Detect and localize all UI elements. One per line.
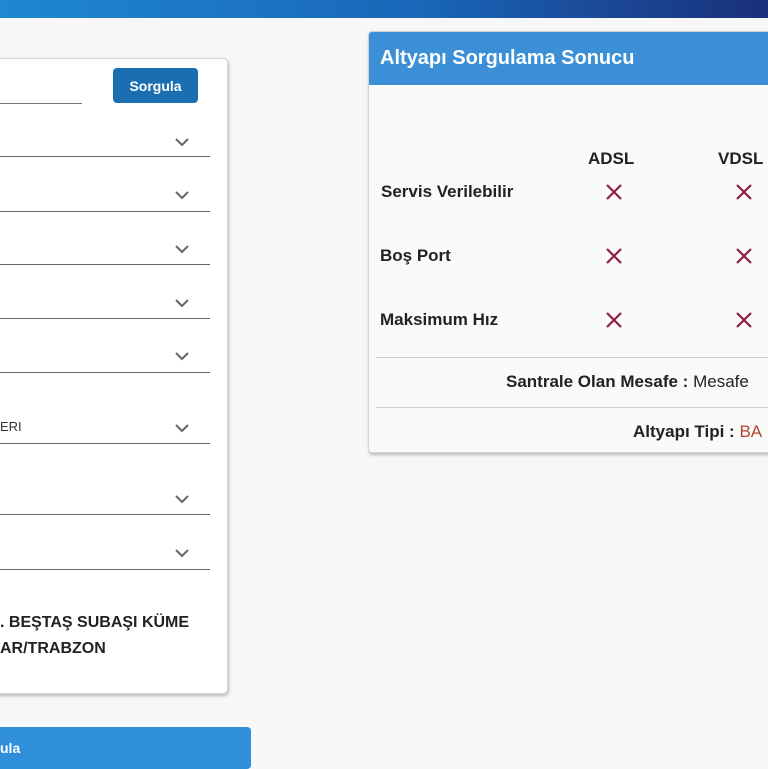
chevron-down-icon[interactable] xyxy=(174,493,190,505)
bottom-query-button[interactable]: ula xyxy=(0,727,251,769)
x-mark-icon xyxy=(606,184,622,200)
x-mark-icon xyxy=(736,184,752,200)
x-mark-icon xyxy=(606,248,622,264)
select-value: ERI xyxy=(0,419,22,434)
select-underline xyxy=(0,443,210,444)
bottom-button-label: ula xyxy=(0,740,21,756)
address-line: AR/TRABZON xyxy=(0,640,106,657)
result-card: Altyapı Sorgulama Sonucu ADSL VDSL Servi… xyxy=(368,31,768,453)
chevron-down-icon[interactable] xyxy=(174,243,190,255)
type-info: Altyapı Tipi : BA xyxy=(633,422,762,442)
select-underline xyxy=(0,264,210,265)
distance-info: Santrale Olan Mesafe : Mesafe xyxy=(506,372,749,392)
chevron-down-icon[interactable] xyxy=(174,136,190,148)
select-underline xyxy=(0,514,210,515)
address-text: . BEŞTAŞ SUBAŞI KÜME AR/TRABZON xyxy=(0,610,220,662)
x-mark-icon xyxy=(736,312,752,328)
select-underline xyxy=(0,156,210,157)
type-label: Altyapı Tipi : xyxy=(633,422,735,441)
divider xyxy=(376,357,768,358)
distance-label: Santrale Olan Mesafe : xyxy=(506,372,689,391)
select-underline xyxy=(0,211,210,212)
type-value: BA xyxy=(739,422,763,441)
address-line: . BEŞTAŞ SUBAŞI KÜME xyxy=(0,614,190,631)
sorgula-button[interactable]: Sorgula xyxy=(113,68,198,103)
chevron-down-icon[interactable] xyxy=(174,547,190,559)
distance-value: Mesafe xyxy=(693,372,749,391)
chevron-down-icon[interactable] xyxy=(174,189,190,201)
select-underline xyxy=(0,372,210,373)
select-underline xyxy=(0,569,210,570)
divider xyxy=(376,407,768,408)
search-input[interactable] xyxy=(0,103,82,104)
select-underline xyxy=(0,318,210,319)
row-label-servis: Servis Verilebilir xyxy=(381,182,514,201)
result-title: Altyapı Sorgulama Sonucu xyxy=(369,32,768,85)
chevron-down-icon[interactable] xyxy=(174,422,190,434)
row-label-bos-port: Boş Port xyxy=(380,246,451,265)
column-header-adsl: ADSL xyxy=(588,149,635,168)
query-form-card xyxy=(0,58,228,694)
row-label-maks-hiz: Maksimum Hız xyxy=(380,310,499,329)
x-mark-icon xyxy=(606,312,622,328)
x-mark-icon xyxy=(736,248,752,264)
top-banner xyxy=(0,0,768,18)
column-header-vdsl: VDSL xyxy=(718,149,764,168)
chevron-down-icon[interactable] xyxy=(174,297,190,309)
chevron-down-icon[interactable] xyxy=(174,350,190,362)
